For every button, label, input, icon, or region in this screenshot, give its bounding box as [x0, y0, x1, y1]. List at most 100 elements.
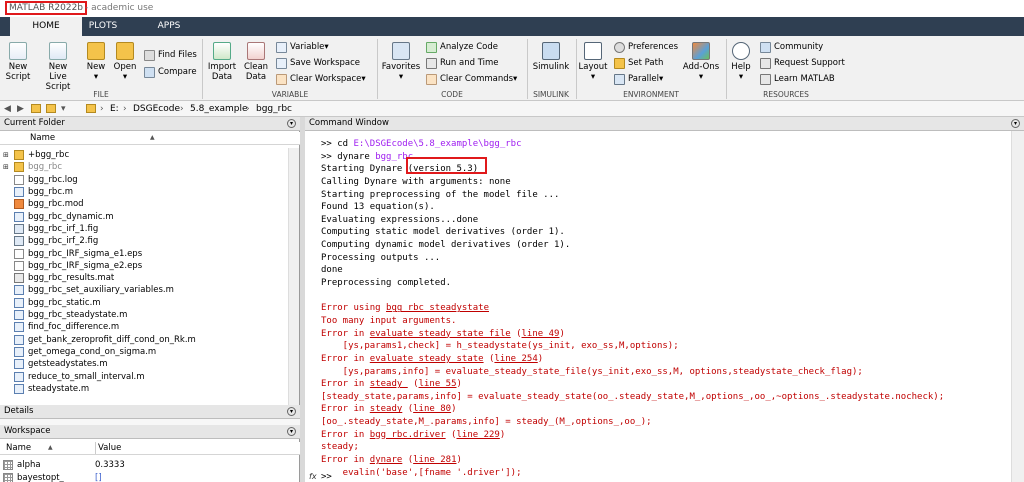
chevron-down-icon[interactable]: ▾ [61, 102, 66, 116]
forward-arrow-icon[interactable]: ▶ [17, 102, 24, 116]
output-text: evalin('base',[fname '.driver']); [321, 467, 522, 478]
error-link[interactable]: line 49 [522, 329, 560, 339]
workspace-title: Workspace [4, 426, 51, 436]
file-item[interactable]: bgg_rbc_results.mat [0, 272, 300, 284]
breadcrumb-bgg-rbc[interactable]: bgg_rbc [256, 102, 292, 116]
panel-menu-icon[interactable]: ▾ [1011, 119, 1020, 128]
workspace-name-column[interactable]: Name [6, 442, 31, 454]
file-item[interactable]: steadystate.m [0, 383, 300, 395]
error-link[interactable]: bgg_rbc_steadystate [386, 303, 489, 313]
fx-icon[interactable]: fx [309, 472, 317, 481]
new-live-script-button[interactable]: New Live Script [36, 42, 80, 92]
community-button[interactable]: Community [760, 40, 823, 54]
current-folder-column-header[interactable]: Name ▲ [0, 132, 300, 145]
favorites-button[interactable]: Favorites ▾ [381, 42, 421, 82]
clean-data-button[interactable]: Clean Data [241, 42, 271, 82]
file-item[interactable]: bgg_rbc_dynamic.m [0, 211, 300, 223]
file-item[interactable]: get_omega_cond_on_sigma.m [0, 346, 300, 358]
request-support-button[interactable]: Request Support [760, 56, 845, 70]
error-link[interactable]: steady [370, 404, 403, 414]
workspace-column-header[interactable]: Name ▲ Value [0, 442, 300, 455]
find-files-button[interactable]: Find Files [144, 48, 197, 62]
error-link[interactable]: steady_ [370, 379, 408, 389]
compare-button[interactable]: Compare [144, 65, 197, 79]
file-name: find_foc_difference.m [28, 322, 120, 333]
error-link[interactable]: line 229 [456, 430, 499, 440]
file-item[interactable]: bgg_rbc_irf_1.fig [0, 223, 300, 235]
layout-button[interactable]: Layout ▾ [579, 42, 607, 82]
tab-plots[interactable]: PLOTS [67, 17, 139, 36]
workspace-var-row[interactable]: alpha 0.3333 [0, 459, 300, 471]
command-window-header: Command Window ▾ [305, 117, 1024, 131]
file-item[interactable]: bgg_rbc_steadystate.m [0, 309, 300, 321]
clear-commands-button[interactable]: Clear Commands ▾ [426, 72, 517, 86]
command-window-output[interactable]: >> cd E:\DSGEcode\5.8_example\bgg_rbc >> … [321, 138, 1011, 479]
panel-menu-icon[interactable]: ▾ [287, 119, 296, 128]
file-item[interactable]: bgg_rbc_IRF_sigma_e2.eps [0, 260, 300, 272]
parallel-button[interactable]: Parallel ▾ [614, 72, 663, 86]
workspace-var-row[interactable]: bayestopt_ [] [0, 472, 300, 482]
breadcrumb-drive[interactable]: E: [110, 102, 119, 116]
file-item[interactable]: bgg_rbc_irf_2.fig [0, 235, 300, 247]
file-item[interactable]: get_bank_zeroprofit_diff_cond_on_Rk.m [0, 334, 300, 346]
variable-button[interactable]: Variable ▾ [276, 40, 329, 54]
import-data-button[interactable]: Import Data [207, 42, 237, 82]
output-text: ( [402, 455, 414, 466]
file-item[interactable]: bgg_rbc.log [0, 174, 300, 186]
set-path-button[interactable]: Set Path [614, 56, 663, 70]
panel-menu-icon[interactable]: ▾ [287, 407, 296, 416]
simulink-group-label: SIMULINK [533, 90, 569, 99]
run-and-time-button[interactable]: Run and Time [426, 56, 499, 70]
name-column-header[interactable]: Name [30, 132, 55, 144]
file-item[interactable]: find_foc_difference.m [0, 321, 300, 333]
add-ons-button[interactable]: Add-Ons ▾ [682, 42, 720, 82]
browse-folder-icon[interactable] [46, 104, 56, 113]
breadcrumb-example[interactable]: 5.8_example [190, 102, 248, 116]
output-text: Evaluating expressions...done [321, 214, 479, 225]
details-header[interactable]: Details ▾ [0, 405, 300, 419]
file-item[interactable]: ⊞ bgg_rbc [0, 161, 300, 173]
up-folder-icon[interactable] [31, 104, 41, 113]
error-link[interactable]: line 281 [413, 455, 456, 465]
error-link[interactable]: line 55 [419, 379, 457, 389]
preferences-button[interactable]: Preferences [614, 40, 678, 54]
file-item[interactable]: ⊞ +bgg_rbc [0, 149, 300, 161]
learn-matlab-button[interactable]: Learn MATLAB [760, 72, 835, 86]
error-link[interactable]: dynare [370, 455, 403, 465]
file-name: reduce_to_small_interval.m [28, 371, 145, 382]
new-script-button[interactable]: New Script [3, 42, 33, 82]
file-list-scrollbar[interactable] [288, 148, 299, 405]
file-item[interactable]: bgg_rbc_static.m [0, 297, 300, 309]
error-link[interactable]: line 254 [494, 354, 537, 364]
file-item[interactable]: bgg_rbc_IRF_sigma_e1.eps [0, 247, 300, 259]
file-item[interactable]: bgg_rbc.m [0, 186, 300, 198]
file-item[interactable]: bgg_rbc_set_auxiliary_variables.m [0, 284, 300, 296]
file-item[interactable]: reduce_to_small_interval.m [0, 370, 300, 382]
save-workspace-button[interactable]: Save Workspace [276, 56, 360, 70]
tab-apps[interactable]: APPS [133, 17, 205, 36]
clear-workspace-button[interactable]: Clear Workspace ▾ [276, 72, 366, 86]
chevron-down-icon: ▾ [738, 72, 744, 82]
error-link[interactable]: evaluate_steady_state [370, 354, 484, 364]
new-button[interactable]: New ▾ [84, 42, 108, 82]
set-path-label: Set Path [628, 58, 664, 68]
error-link[interactable]: bgg_rbc.driver [370, 430, 446, 440]
simulink-button[interactable]: Simulink [531, 42, 571, 72]
command-window-scrollbar[interactable] [1011, 131, 1024, 482]
command-prompt[interactable]: >> [321, 472, 332, 482]
open-button[interactable]: Open ▾ [112, 42, 138, 82]
back-arrow-icon[interactable]: ◀ [4, 102, 11, 116]
panel-menu-icon[interactable]: ▾ [287, 427, 296, 436]
error-link[interactable]: evaluate_steady_state_file [370, 329, 511, 339]
new-live-script-label-1: New [48, 62, 68, 72]
matrix-icon [3, 460, 13, 471]
analyze-code-button[interactable]: Analyze Code [426, 40, 498, 54]
expand-icon[interactable]: ⊞ [3, 149, 11, 161]
breadcrumb-dsgecode[interactable]: DSGEcode [133, 102, 180, 116]
file-item[interactable]: getsteadystates.m [0, 358, 300, 370]
file-item[interactable]: bgg_rbc.mod [0, 198, 300, 210]
help-button[interactable]: Help ▾ [730, 42, 752, 82]
workspace-value-column[interactable]: Value [95, 442, 121, 454]
expand-icon[interactable]: ⊞ [3, 161, 11, 173]
error-link[interactable]: line 80 [413, 404, 451, 414]
